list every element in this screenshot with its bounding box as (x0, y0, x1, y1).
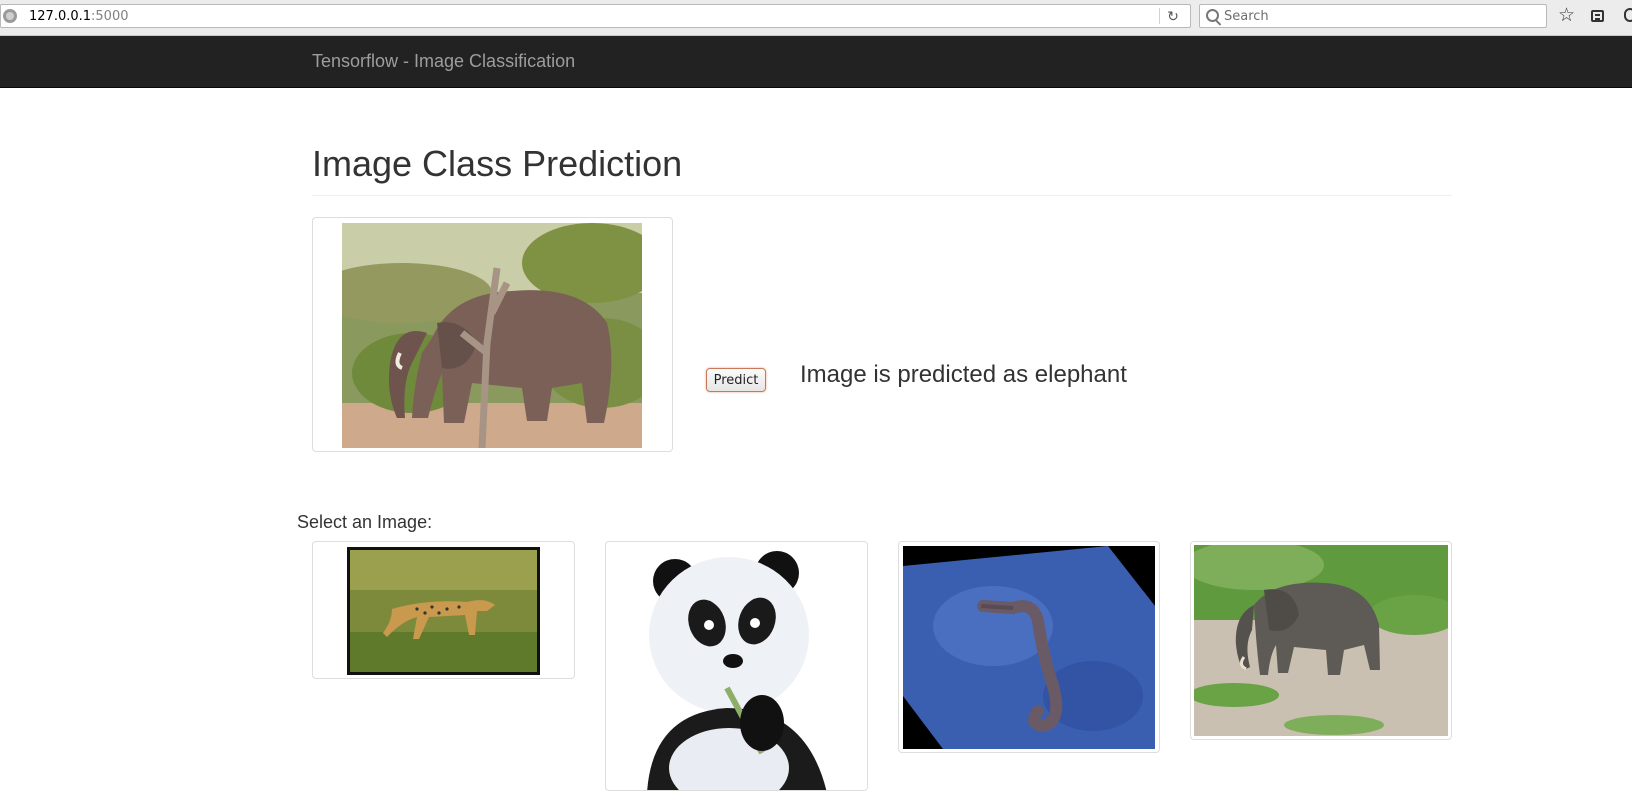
prediction-result: Image is predicted as elephant (800, 361, 1127, 388)
overflow-icon[interactable] (1624, 8, 1632, 22)
navbar: Tensorflow - Image Classification (0, 36, 1632, 88)
predict-button[interactable]: Predict (706, 368, 766, 392)
image-option-seahorse[interactable] (898, 541, 1160, 753)
elephant-image (1194, 545, 1448, 736)
browser-toolbar: 127.0.0.1:5000 ↻ Search ☆ (0, 0, 1632, 36)
address-divider (1159, 8, 1160, 24)
cheetah-image (347, 547, 540, 675)
search-icon (1206, 9, 1219, 22)
title-divider (312, 195, 1452, 196)
reload-icon[interactable]: ↻ (1164, 7, 1182, 25)
image-option-panda[interactable] (605, 541, 868, 791)
page-title: Image Class Prediction (312, 143, 683, 184)
image-option-cheetah[interactable] (312, 541, 575, 679)
selected-elephant-image (342, 223, 642, 448)
url-port: :5000 (91, 9, 129, 24)
search-placeholder: Search (1224, 9, 1269, 24)
navbar-brand[interactable]: Tensorflow - Image Classification (312, 51, 575, 71)
globe-icon (3, 9, 17, 23)
library-icon[interactable] (1591, 10, 1604, 22)
selected-image-thumbnail (312, 217, 673, 452)
url-text[interactable]: 127.0.0.1:5000 (29, 9, 129, 25)
image-option-elephant[interactable] (1190, 541, 1452, 740)
seahorse-image (903, 546, 1155, 749)
browser-search-input[interactable]: Search (1199, 4, 1547, 28)
select-image-label: Select an Image: (297, 512, 433, 532)
url-host: 127.0.0.1 (29, 9, 92, 24)
panda-image (607, 543, 867, 790)
address-bar[interactable]: 127.0.0.1:5000 ↻ (0, 4, 1191, 28)
bookmark-star-icon[interactable]: ☆ (1558, 5, 1575, 27)
